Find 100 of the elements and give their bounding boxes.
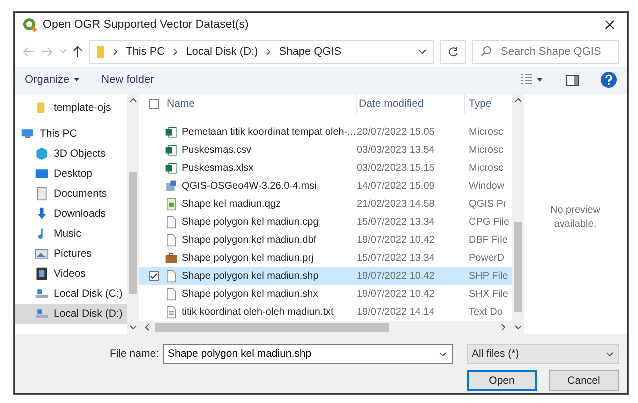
organize-menu-button[interactable]: Organize: [25, 74, 80, 86]
sidebar-item[interactable]: Music: [15, 224, 127, 244]
scroll-down-icon[interactable]: [130, 325, 136, 330]
sidebar-item[interactable]: Local Disk (D:): [15, 304, 127, 324]
desktop-icon: [35, 167, 49, 181]
column-header[interactable]: Name: [165, 94, 357, 114]
file-name: Shape polygon kel madiun.cpg: [182, 216, 319, 228]
chevron-right-icon: [173, 48, 178, 56]
excel-file-icon: [165, 162, 178, 175]
type-cell-text: Microsc: [468, 126, 504, 138]
breadcrumb-item[interactable]: Local Disk (D:): [186, 46, 258, 58]
sidebar-item[interactable]: Desktop: [15, 164, 127, 184]
sidebar-item[interactable]: Local Disk (C:): [15, 284, 127, 304]
sidebar-item[interactable]: Pictures: [15, 244, 127, 264]
date-cell-text: 19/07/2022 14.14: [357, 306, 436, 318]
type-cell-text: SHX File: [468, 288, 510, 300]
date-cell-text: 21/02/2023 14.58: [357, 198, 436, 210]
docs-icon: [35, 187, 49, 201]
type-cell-text: SHP File: [468, 270, 510, 282]
file-name: titik koordinat oleh-oleh madiun.txt: [182, 306, 334, 318]
file-name: Shape polygon kel madiun.dbf: [182, 234, 317, 246]
file-row[interactable]: Shape polygon kel madiun.cpg 15/07/2022 13.34 CPG File: [139, 213, 512, 232]
type-cell-text: Text Do: [468, 306, 504, 318]
open-button[interactable]: Open: [467, 370, 537, 391]
chevron-down-icon[interactable]: [418, 49, 427, 55]
type-cell-text: DBF File: [468, 234, 509, 246]
file-row[interactable]: QGIS-OSGeo4W-3.26.0-4.msi 14/07/2022 15.09 Window: [139, 177, 512, 196]
sidebar-item[interactable]: Videos: [15, 264, 127, 284]
scrollbar[interactable]: [512, 94, 524, 334]
chevron-down-icon[interactable]: [439, 352, 447, 357]
file-name: Shape polygon kel madiun.shx: [182, 288, 318, 300]
file-name: Puskesmas.csv: [182, 144, 252, 156]
file-row[interactable]: Pemetaan titik koordinat tempat oleh-...20/07/2022 15.05 Microsc: [139, 123, 512, 142]
date-cell-text: 14/07/2022 15.09: [357, 180, 436, 192]
select-all-checkbox[interactable]: [149, 99, 159, 110]
blank-file-icon: [165, 216, 178, 229]
blank-file-icon: [165, 270, 178, 283]
file-row[interactable]: Shape polygon kel madiun.shx 19/07/2022 10.42 SHX File: [139, 285, 512, 304]
file-type-dropdown[interactable]: All files (*): [467, 344, 619, 364]
type-cell-text: Microsc: [468, 162, 504, 174]
folder-icon: [96, 45, 105, 59]
row-checkbox[interactable]: [149, 271, 159, 282]
up-arrow-icon[interactable]: [73, 46, 83, 58]
search-field[interactable]: Search Shape QGIS: [472, 40, 619, 64]
file-row[interactable]: Shape polygon kel madiun.prj 15/07/2022 13.34 PowerD: [139, 249, 512, 268]
scroll-down-icon[interactable]: [514, 325, 522, 330]
sidebar-item[interactable]: template-ojs: [15, 98, 127, 118]
date-cell-text: 15/07/2022 13.34: [357, 216, 436, 228]
file-name: Pemetaan titik koordinat tempat oleh-...: [182, 126, 356, 138]
blank-file-icon: [165, 288, 178, 301]
sidebar-item[interactable]: This PC: [15, 124, 127, 144]
cancel-button[interactable]: Cancel: [549, 370, 619, 391]
type-cell-text: QGIS Pr: [468, 198, 508, 210]
sidebar-item[interactable]: Documents: [15, 184, 127, 204]
file-name: QGIS-OSGeo4W-3.26.0-4.msi: [182, 180, 317, 192]
sidebar-item[interactable]: Downloads: [15, 204, 127, 224]
date-cell-text: 03/03/2023 13.54: [357, 144, 436, 156]
blank-file-icon: [165, 234, 178, 247]
type-cell-text: PowerD: [468, 252, 506, 264]
caret-down-icon: [74, 78, 80, 82]
file-row[interactable]: Shape polygon kel madiun.dbf 19/07/2022 10.42 DBF File: [139, 231, 512, 250]
scroll-up-icon[interactable]: [514, 98, 522, 103]
qgis-logo-icon: [23, 18, 37, 32]
qgis-file-icon: [165, 198, 178, 211]
file-name-field[interactable]: Shape polygon kel madiun.shp: [163, 344, 453, 364]
refresh-icon: [448, 46, 458, 58]
preview-pane-icon[interactable]: [566, 74, 579, 86]
scroll-left-icon[interactable]: [145, 324, 150, 331]
sidebar-item[interactable]: 3D Objects: [15, 144, 127, 164]
file-row[interactable]: Puskesmas.xlsx 03/02/2023 15.15 Microsc: [139, 159, 512, 178]
videos-icon: [35, 267, 49, 281]
drive-icon: [35, 287, 49, 301]
type-cell-text: CPG File: [468, 216, 511, 228]
address-bar[interactable]: This PC Local Disk (D:) Shape QGIS: [89, 40, 434, 64]
scroll-right-icon[interactable]: [501, 324, 506, 331]
scroll-up-icon[interactable]: [130, 98, 136, 103]
pc-icon: [21, 127, 35, 141]
download-icon: [35, 207, 49, 221]
view-list-icon[interactable]: [520, 74, 544, 86]
window-title: Open OGR Supported Vector Dataset(s): [43, 19, 250, 31]
column-header[interactable]: Date modified: [357, 94, 465, 114]
breadcrumb-item[interactable]: Shape QGIS: [279, 46, 342, 58]
pictures-icon: [35, 247, 49, 261]
excel-file-icon: [165, 126, 178, 139]
file-name-label: File name:: [110, 348, 159, 360]
file-row[interactable]: Shape polygon kel madiun.shp 19/07/2022 10.42 SHP File: [139, 267, 512, 286]
chevron-right-icon: [113, 48, 118, 56]
column-header[interactable]: Type: [465, 98, 512, 110]
breadcrumb-item[interactable]: This PC: [126, 46, 166, 58]
refresh-button[interactable]: [440, 40, 466, 64]
date-cell-text: 19/07/2022 10.42: [357, 234, 436, 246]
file-row[interactable]: Shape kel madiun.qgz 21/02/2023 14.58 QGIS Pr: [139, 195, 512, 214]
drive-icon: [35, 307, 49, 321]
file-name: Shape polygon kel madiun.prj: [182, 252, 314, 264]
help-icon[interactable]: [601, 72, 617, 88]
file-row[interactable]: titik koordinat oleh-oleh madiun.txt 19/07/2022 14.14 Text Do: [139, 303, 512, 322]
file-row[interactable]: Puskesmas.csv 03/03/2023 13.54 Microsc: [139, 141, 512, 160]
scrollbar[interactable]: [127, 94, 139, 334]
briefcase-file-icon: [165, 252, 178, 265]
new-folder-button[interactable]: New folder: [102, 74, 154, 86]
